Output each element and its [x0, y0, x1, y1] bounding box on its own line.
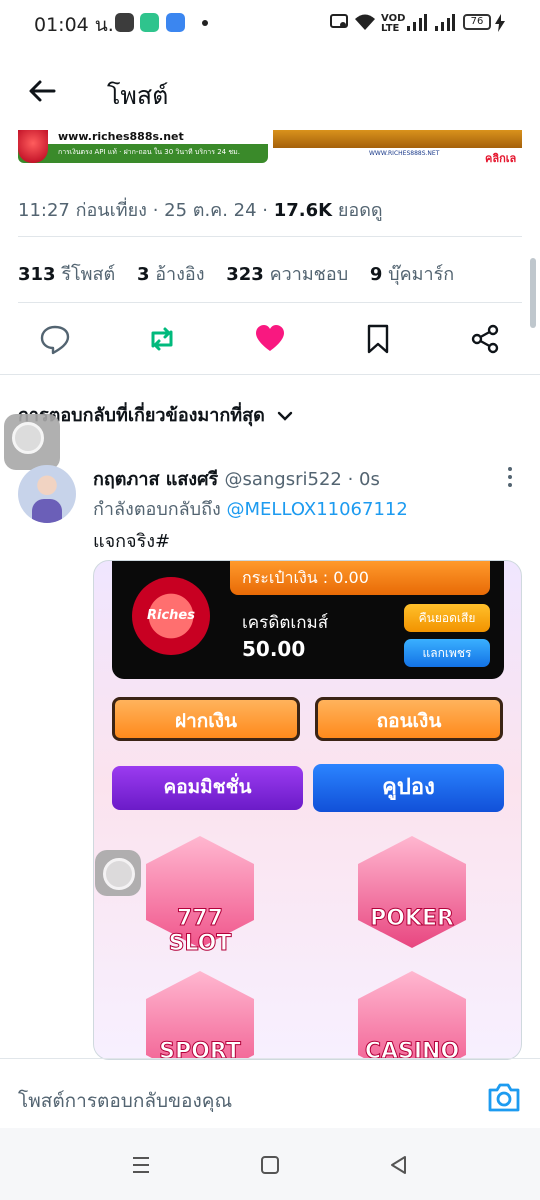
withdraw-button: ถอนเงิน: [315, 697, 503, 741]
poker-label: POKER: [370, 906, 455, 932]
coupon-label: คูปอง: [382, 775, 435, 800]
repost-icon[interactable]: [145, 322, 179, 356]
reply-time: 0s: [359, 469, 380, 490]
coupon-button: คูปอง: [313, 764, 504, 812]
status-bar: 01:04 น. VOD LTE 76: [0, 0, 540, 50]
wallet-balance: กระเป๋าเงิน : 0.00: [230, 561, 490, 595]
post-time: 11:27 ก่อนเที่ยง: [18, 200, 147, 221]
views-label: ยอดดู: [337, 200, 383, 221]
signal-icon: [407, 14, 427, 31]
recent-apps-icon[interactable]: [128, 1152, 154, 1178]
reply-icon[interactable]: [38, 322, 72, 356]
wallet-panel: กระเป๋าเงิน : 0.00 Riches เครดิตเกมส์ 50…: [112, 561, 504, 679]
reply-media-image[interactable]: กระเป๋าเงิน : 0.00 Riches เครดิตเกมส์ 50…: [93, 560, 522, 1060]
riches-logo: Riches: [132, 577, 210, 655]
post-date: 25 ต.ค. 24: [164, 200, 257, 221]
banner-url: www.riches888s.net: [58, 130, 184, 143]
reply-author[interactable]: กฤตภาส แสงศรี @sangsri522 · 0s: [93, 464, 380, 493]
scrollbar[interactable]: [530, 258, 536, 328]
riches-logo-icon: [18, 130, 48, 163]
reply-text: แจกจริง#: [93, 531, 171, 552]
deposit-label: ฝากเงิน: [174, 710, 238, 732]
signal-icon: [435, 14, 455, 31]
divider: [18, 302, 522, 303]
display-name: กฤตภาส แสงศรี: [93, 469, 219, 490]
credit-label: เครดิตเกมส์: [242, 613, 329, 633]
page-title: โพสต์: [107, 81, 169, 110]
refund-button: คืนยอดเสีย: [404, 604, 490, 632]
chevron-down-icon: [277, 411, 293, 421]
post-image-left[interactable]: www.riches888s.net การเงินตรง API แท้ · …: [18, 130, 268, 163]
volte-label: VOD LTE: [381, 13, 406, 34]
views-count: 17.6K: [273, 200, 333, 221]
divider: [0, 374, 540, 375]
reply-input[interactable]: โพสต์การตอบกลับของคุณ: [18, 1086, 232, 1116]
replying-prefix: กำลังตอบกลับถึง: [93, 499, 221, 520]
back-arrow-icon[interactable]: [26, 75, 58, 107]
bookmark-icon[interactable]: [361, 322, 395, 356]
wifi-icon: [355, 14, 375, 30]
more-options-icon[interactable]: [505, 466, 515, 488]
post-stats: 313 รีโพสต์ 3 อ้างอิง 323 ความชอบ 9 บุ๊ค…: [18, 259, 454, 288]
withdraw-label: ถอนเงิน: [376, 710, 442, 732]
banner-cta: คลิกเล: [485, 152, 517, 163]
share-icon[interactable]: [468, 322, 502, 356]
sport-label: SPORT: [159, 1039, 242, 1060]
divider: [18, 236, 522, 237]
quotes-stat[interactable]: 3 อ้างอิง: [137, 264, 205, 285]
banner-subtext: การเงินตรง API แท้ · ฝาก-ถอน ใน 30 วินาท…: [58, 148, 240, 156]
commission-button: คอมมิชชั่น: [112, 766, 303, 810]
line-icon: [115, 13, 134, 32]
notification-dot-icon: [202, 20, 208, 26]
user-handle: @sangsri522: [224, 469, 342, 490]
composer-divider: [0, 1058, 540, 1059]
deposit-button: ฝากเงิน: [112, 697, 300, 741]
charging-icon: [495, 14, 505, 32]
mention-link[interactable]: @MELLOX11067112: [227, 499, 408, 520]
replying-to: กำลังตอบกลับถึง @MELLOX11067112: [93, 494, 408, 523]
slot-label: 777 SLOT: [168, 906, 232, 957]
banner-right-url: WWW.RICHES888S.NET: [365, 149, 444, 158]
bookmarks-stat[interactable]: 9 บุ๊คมาร์ก: [370, 264, 454, 285]
floating-assistive-button[interactable]: [4, 414, 60, 470]
screencast-icon: [330, 14, 348, 28]
casino-label: CASINO: [364, 1039, 460, 1060]
reposts-stat[interactable]: 313 รีโพสต์: [18, 264, 115, 285]
like-heart-icon[interactable]: [253, 322, 287, 356]
avatar[interactable]: [18, 465, 76, 523]
floating-assistive-button[interactable]: [95, 850, 141, 896]
camera-icon[interactable]: [486, 1080, 522, 1114]
poker-game-tile: [358, 836, 466, 948]
post-image-right[interactable]: WWW.RICHES888S.NET คลิกเล: [273, 130, 522, 163]
likes-stat[interactable]: 323 ความชอบ: [226, 264, 348, 285]
commission-label: คอมมิชชั่น: [163, 776, 252, 798]
gems-button: แลกเพชร: [404, 639, 490, 667]
android-icon: [166, 13, 185, 32]
back-nav-icon[interactable]: [386, 1152, 412, 1178]
battery-saver-icon: [140, 13, 159, 32]
post-timestamp: 11:27 ก่อนเที่ยง · 25 ต.ค. 24 · 17.6K ยอ…: [18, 200, 383, 221]
home-icon[interactable]: [257, 1152, 283, 1178]
status-time: 01:04 น.: [34, 14, 114, 36]
credit-value: 50.00: [242, 637, 306, 661]
battery-indicator: 76: [463, 14, 491, 30]
